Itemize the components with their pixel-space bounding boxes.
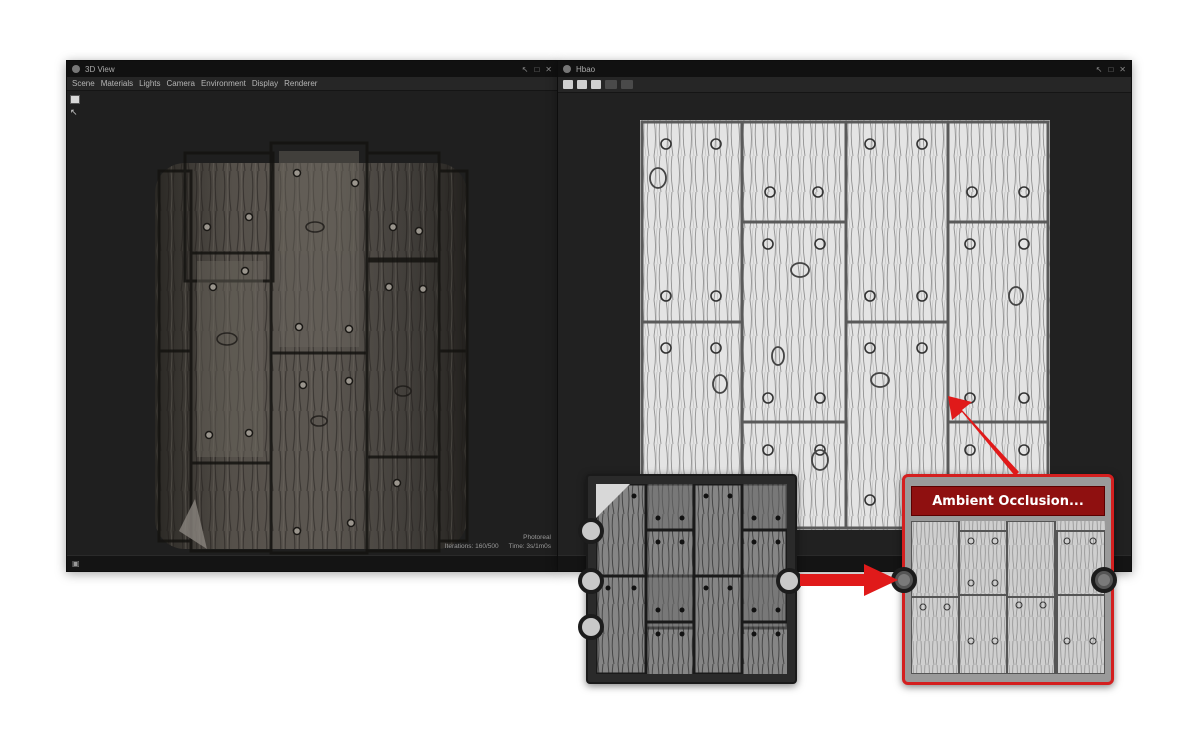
menu-camera[interactable]: Camera (167, 79, 195, 88)
output-socket[interactable] (776, 568, 802, 594)
3d-view-title: 3D View (85, 64, 115, 74)
menu-lights[interactable]: Lights (139, 79, 160, 88)
window-icon (72, 65, 80, 73)
2d-view-title: Hbao (576, 64, 596, 74)
menu-scene[interactable]: Scene (72, 79, 95, 88)
ambient-occlusion-texture (640, 120, 1050, 530)
ao-input-socket[interactable] (891, 567, 917, 593)
close-icon[interactable]: ✕ (545, 65, 552, 74)
3d-view-panel: 3D View ↖ □ ✕ Scene Materials Lights Cam… (66, 60, 558, 572)
iterations-label: Iterations: 160/500 (444, 543, 499, 550)
ambient-occlusion-node-title: Ambient Occlusion... (911, 486, 1105, 516)
camera-icon[interactable]: ▣ (72, 559, 80, 568)
3d-view-titlebar: 3D View ↖ □ ✕ (67, 61, 557, 77)
menu-renderer[interactable]: Renderer (284, 79, 317, 88)
ambient-occlusion-node[interactable]: Ambient Occlusion... (891, 474, 1117, 685)
copy-image-button[interactable] (591, 80, 601, 89)
window-icon (563, 65, 571, 73)
float-icon[interactable]: □ (534, 65, 539, 74)
3d-view-statusbar: ▣ (67, 555, 557, 571)
input-socket-3[interactable] (578, 614, 604, 640)
2d-view-toolbar (558, 77, 1131, 93)
2d-view-titlebar: Hbao ↖ □ ✕ (558, 61, 1131, 77)
channel-button[interactable] (605, 80, 617, 89)
time-label: Time: 3s/1m0s (508, 543, 551, 550)
render-mode-label: Photoreal (523, 534, 551, 541)
float-icon[interactable]: □ (1108, 65, 1113, 74)
pin-icon[interactable]: ↖ (1096, 65, 1103, 74)
ambient-occlusion-node-thumbnail (911, 521, 1105, 674)
3d-viewport[interactable]: ↖ Photoreal Iterations: 160/500 Time: 3s… (67, 91, 557, 555)
input-socket-2[interactable] (578, 568, 604, 594)
close-icon[interactable]: ✕ (1119, 65, 1126, 74)
fit-view-button[interactable] (563, 80, 573, 89)
zoom-button[interactable] (621, 80, 633, 89)
3d-view-menubar: Scene Materials Lights Camera Environmen… (67, 77, 557, 91)
pin-icon[interactable]: ↖ (522, 65, 529, 74)
ao-output-socket[interactable] (1091, 567, 1117, 593)
source-node[interactable] (578, 474, 802, 684)
menu-environment[interactable]: Environment (201, 79, 246, 88)
render-info: Photoreal Iterations: 160/500 Time: 3s/1… (445, 533, 551, 551)
stage: 3D View ↖ □ ✕ Scene Materials Lights Cam… (0, 0, 1194, 740)
save-image-button[interactable] (577, 80, 587, 89)
menu-materials[interactable]: Materials (101, 79, 133, 88)
wood-cylinder-render (155, 141, 469, 555)
source-node-thumbnail (596, 484, 787, 674)
input-socket-1[interactable] (578, 518, 604, 544)
menu-display[interactable]: Display (252, 79, 278, 88)
